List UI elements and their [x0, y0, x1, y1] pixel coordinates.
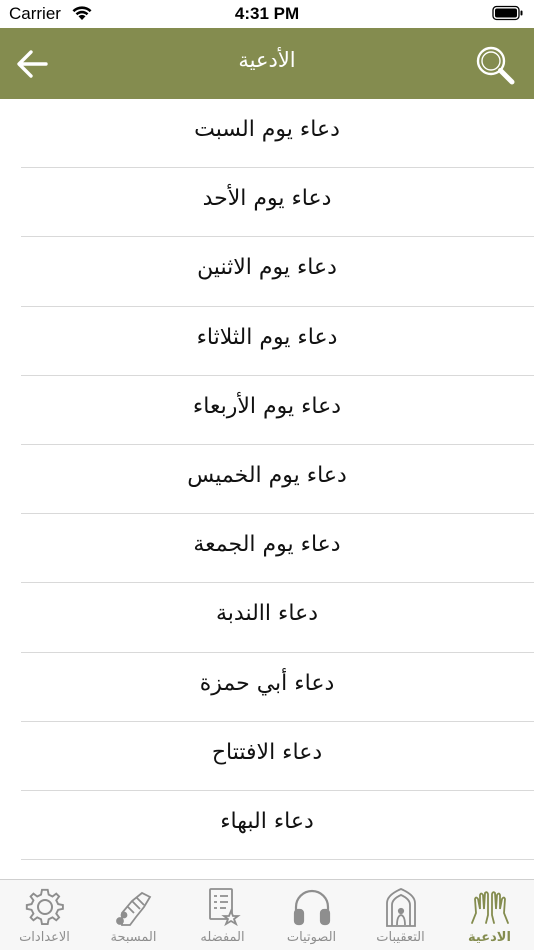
list-item-label: دعاء يوم الاثنين [197, 255, 337, 281]
list-item[interactable]: دعاء يوم الأحد [21, 168, 534, 238]
tab-taqibat[interactable]: التعقيبات [356, 880, 445, 950]
list-item-label: دعاء أبي حمزة [199, 670, 335, 696]
battery-icon [492, 5, 523, 21]
list-item[interactable]: دعاء يوم الأربعاء [21, 376, 534, 445]
mihrab-icon [385, 888, 416, 927]
list-item-label: دعاء يوم الخميس [187, 462, 347, 488]
search-button[interactable] [474, 44, 516, 86]
favorites-list-icon [208, 888, 241, 927]
navigation-bar: الأدعية [0, 28, 534, 99]
tab-bar: الاعدادات المسبحة المفضله الصوتيات التعق… [0, 879, 534, 950]
tab-label: التعقيبات [376, 930, 425, 945]
list-item[interactable]: دعاء يوم الخميس [21, 445, 534, 515]
list-item-label: دعاء يوم الثلاثاء [196, 324, 338, 350]
tab-label: الاعدادات [19, 930, 70, 945]
list-item[interactable]: دعاء يوم الثلاثاء [21, 307, 534, 376]
tab-supplications[interactable]: الادعية [445, 880, 534, 950]
list-item[interactable]: دعاء يوم الجمعة [21, 514, 534, 584]
page-title: الأدعية [238, 48, 296, 72]
list-item[interactable]: دعاء الافتتاح [21, 722, 534, 791]
tab-settings[interactable]: الاعدادات [0, 880, 89, 950]
list-item[interactable]: دعاء البهاء [21, 791, 534, 861]
prayer-beads-icon [115, 891, 151, 926]
list-item-label: دعاء يوم الأحد [202, 186, 332, 212]
list-item-label: دعاء االندبة [216, 601, 318, 627]
list-item-label: دعاء الافتتاح [211, 739, 323, 765]
status-bar: Carrier 4:31 PM [0, 0, 534, 28]
list-item[interactable] [21, 860, 534, 879]
tab-audio[interactable]: الصوتيات [267, 880, 356, 950]
list-item[interactable]: دعاء االندبة [21, 583, 534, 653]
list-item[interactable]: دعاء أبي حمزة [21, 653, 534, 722]
list-item-label: دعاء يوم الأربعاء [192, 393, 342, 419]
tab-rosary[interactable]: المسبحة [89, 880, 178, 950]
list-item[interactable]: دعاء يوم السبت [21, 99, 534, 169]
gear-icon [25, 888, 64, 926]
headphones-icon [293, 889, 330, 926]
list-item[interactable]: دعاء يوم الاثنين [21, 237, 534, 307]
praying-hands-icon [470, 891, 509, 924]
supplications-list: دعاء يوم السبت دعاء يوم الأحد دعاء يوم ا… [0, 99, 534, 879]
search-icon [476, 46, 515, 85]
list-item-label: دعاء يوم الجمعة [193, 532, 341, 558]
tab-favorites[interactable]: المفضله [178, 880, 267, 950]
list-item-label: دعاء البهاء [220, 808, 314, 834]
tab-label: الصوتيات [286, 930, 337, 945]
list-item-label: دعاء يوم السبت [194, 117, 340, 142]
status-time: 4:31 PM [234, 4, 300, 23]
tab-label: الادعية [468, 930, 511, 945]
tab-label: المسبحة [110, 930, 157, 945]
tab-label: المفضله [200, 930, 245, 945]
